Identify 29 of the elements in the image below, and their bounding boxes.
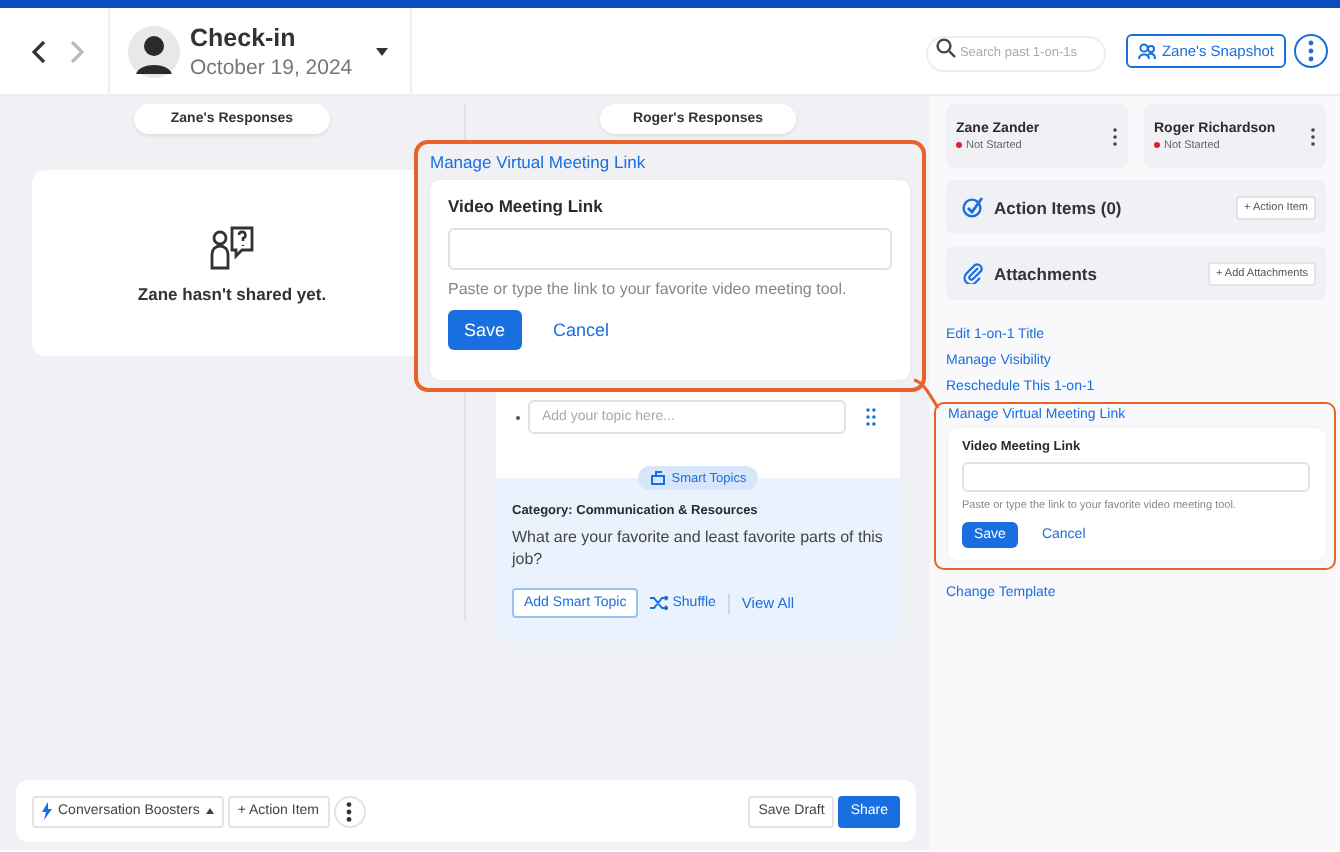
meeting-date: October 19, 2024 [190,55,353,79]
avatar [128,25,180,77]
empty-message: Zane hasn't shared yet. [137,283,327,303]
section-title: Attachments [994,263,1097,283]
checkmark-icon [962,196,984,218]
more-icon [346,801,352,821]
drag-handle-icon[interactable] [866,408,876,426]
back-icon[interactable] [32,39,48,63]
field-label: Video Meeting Link [448,196,605,216]
more-icon[interactable] [1112,127,1118,145]
meeting-link-field[interactable] [962,462,1310,492]
lightning-icon [42,802,52,820]
question-text: What are your favorite and least favorite parts of this job? [512,526,884,571]
basket-icon [649,470,666,486]
shuffle-icon [650,596,669,611]
save-button[interactable]: Save [448,310,522,350]
section-title: Action Items (0) [994,197,1122,217]
people-icon [1137,42,1156,60]
hint-text: Paste or type the link to your favorite video meeting tool. [448,280,849,298]
meeting-title: Check-in [190,23,298,51]
meeting-link-field[interactable] [448,228,892,270]
paperclip-icon [962,262,984,284]
manage-meeting-link[interactable]: Manage Virtual Meeting Link [430,152,910,172]
more-icon [1308,40,1314,62]
cancel-button[interactable]: Cancel [541,318,622,342]
more-icon[interactable] [1310,127,1316,145]
caret-icon[interactable] [376,47,389,55]
search-icon [935,38,956,59]
person-question-icon [208,223,256,271]
